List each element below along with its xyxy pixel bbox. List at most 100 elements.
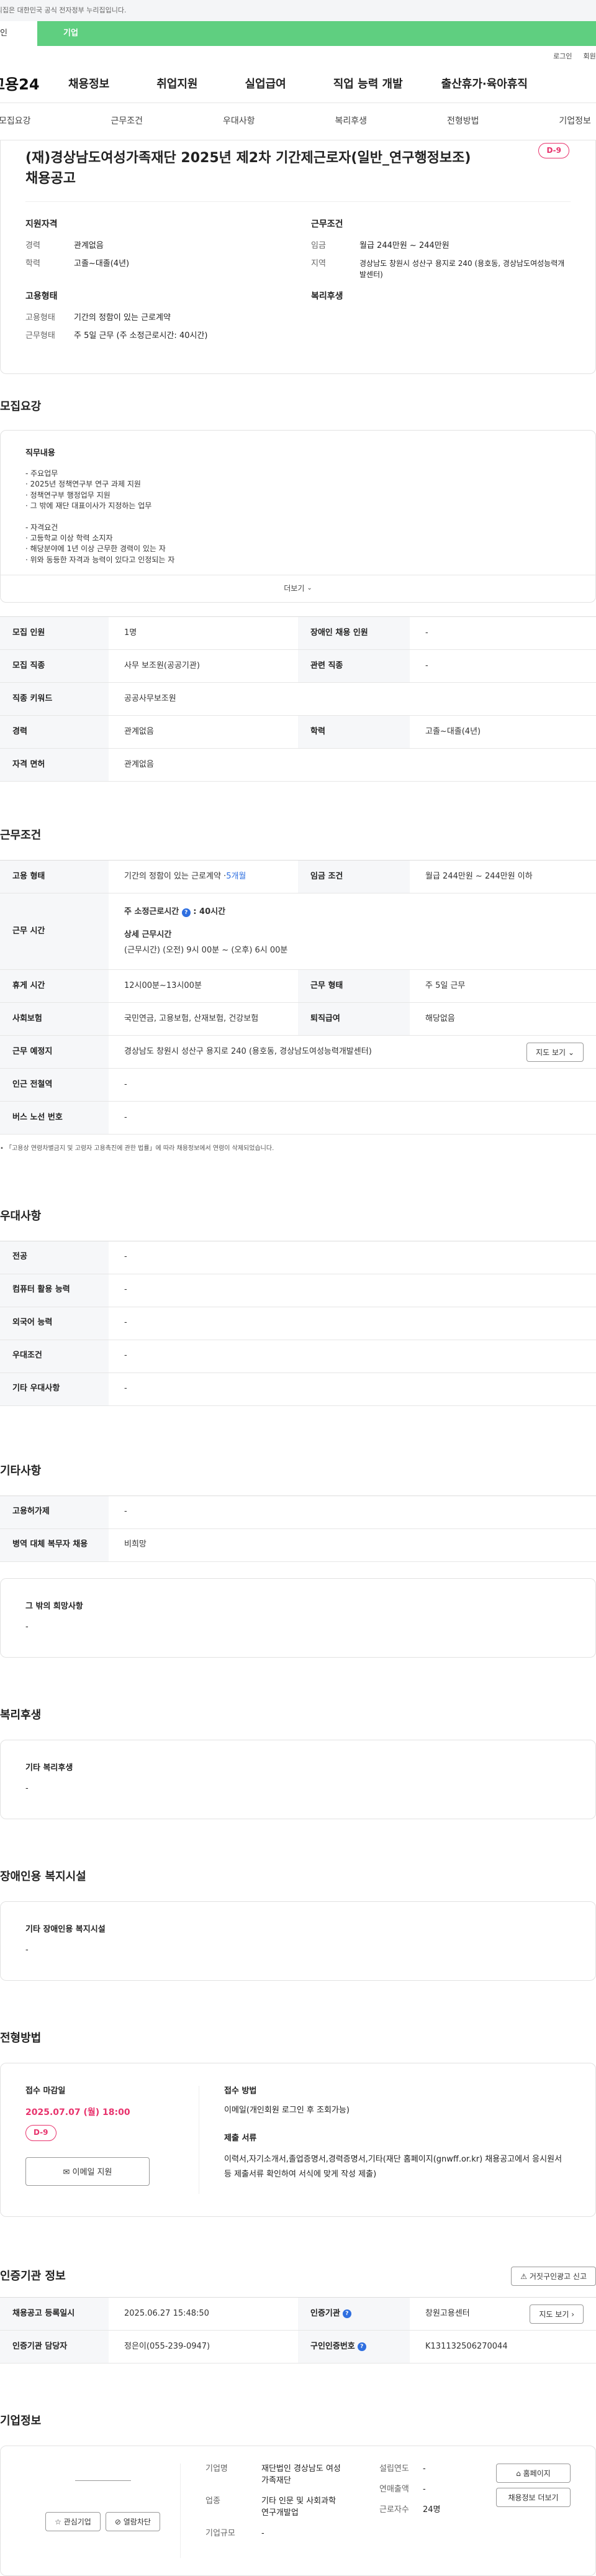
work-title: 근무조건 <box>311 219 343 229</box>
table-row: 병역 대체 복무자 채용 비희망 <box>0 1528 596 1562</box>
detail-subnav: 모집요강 근무조건 우대사항 복리후생 전형방법 기업정보 <box>0 103 596 140</box>
welfare-title: 복리후생 <box>311 291 343 301</box>
subnav-conditions[interactable]: 근무조건 <box>111 115 143 127</box>
deadline-date: 2025.07.07 (월) 18:00 <box>25 2108 130 2117</box>
company-industry-row: 업종 기타 인문 및 사회과학 연구개발업 <box>205 2496 336 2518</box>
favorite-company-button[interactable]: ☆ 관심기업 <box>45 2512 101 2532</box>
job-title: (재)경상남도여성가족재단 2025년 제2차 기간제근로자(일반_연구행정보조… <box>25 150 471 186</box>
duty-list: - 주요업무 · 2025년 정책연구부 연구 과제 지원 · 정책연구부 행정… <box>25 468 175 564</box>
table-row: 사회보험 국민연금, 고용보험, 산재보험, 건강보험 퇴직급여 해당없음 <box>0 1003 596 1036</box>
process-dday-badge: D-9 <box>25 2125 56 2141</box>
recruit-heading: 모집요강 <box>0 400 42 413</box>
duty-card: 직무내용 - 주요업무 · 2025년 정책연구부 연구 과제 지원 · 정책연… <box>0 430 596 603</box>
report-icon: ⚠ <box>520 2272 528 2281</box>
email-apply-button[interactable]: ✉ 이메일 지원 <box>25 2157 150 2186</box>
etc-heading: 기타사항 <box>0 1464 42 1478</box>
qual-title: 지원자격 <box>25 219 58 229</box>
info-icon[interactable]: ? <box>357 2342 366 2352</box>
login-link[interactable]: 로그인 <box>553 52 572 62</box>
table-row: 근무 시간 주 소정근로시간 ? : 40시간 상세 근무시간 (근무시간) (… <box>0 893 596 971</box>
gnb-jobs[interactable]: 채용정보 <box>68 76 109 93</box>
star-icon: ☆ <box>55 2518 61 2527</box>
table-row: 근무 예정지 경상남도 창원시 성산구 용지로 240 (용호동, 경상남도여성… <box>0 1036 596 1069</box>
work-location: 지역 경상남도 창원시 성산구 용지로 240 (용호동, 경상남도여성능력개발센… <box>311 259 565 279</box>
company-revenue-row: 연매출액 - <box>379 2485 426 2495</box>
global-nav: 고용24 채용정보 취업지원 실업급여 직업 능력 개발 출산휴가·육아휴직 <box>0 67 596 103</box>
qual-education: 학력 고졸~대졸(4년) <box>25 259 130 269</box>
dday-badge: D-9 <box>538 143 569 159</box>
gnb-parental-leave[interactable]: 출산휴가·육아휴직 <box>441 76 528 93</box>
table-row: 기타 우대사항 - <box>0 1372 596 1406</box>
info-icon[interactable]: ? <box>342 2309 351 2319</box>
work-pay: 임금 월급 244만원 ~ 244만원 <box>311 241 449 251</box>
welfare-card: 기타 복리후생 - <box>0 1739 596 1819</box>
home-icon: ⌂ <box>516 2469 521 2478</box>
block-icon: ⊘ <box>114 2518 121 2527</box>
report-button[interactable]: ⚠ 거짓구인광고 신고 <box>511 2267 596 2286</box>
table-row: 인증기관 담당자 정은이(055-239-0947) 구인인증번호 ? K131… <box>0 2331 596 2364</box>
tab-individual[interactable]: 개인 <box>0 21 37 46</box>
emp-type: 고용형태 기간의 정함이 있는 근로계약 <box>25 313 171 323</box>
etc-table: 고용허가제 - 병역 대체 복무자 채용 비희망 <box>0 1495 596 1562</box>
cert-table: 채용공고 등록일시 2025.06.27 15:48:50 인증기관 ? 창원고… <box>0 2297 596 2364</box>
qual-career: 경력 관계없음 <box>25 241 104 251</box>
company-founded-row: 설립연도 - <box>379 2464 426 2474</box>
subnav-welfare[interactable]: 복리후생 <box>335 115 367 127</box>
more-jobs-button[interactable]: 채용정보 더보기 <box>496 2488 571 2508</box>
mail-icon: ✉ <box>63 2168 70 2178</box>
age-note: • 「고용상 연령차별금지 및 고령자 고용촉진에 관한 법률」에 따라 채용정… <box>0 1145 274 1153</box>
welfare-heading: 복리후생 <box>0 1708 42 1722</box>
company-logo <box>74 2472 131 2482</box>
chevron-down-icon: ⌄ <box>307 585 312 592</box>
table-row: 인근 전철역 - <box>0 1069 596 1102</box>
gov-notice-text: 이 누리집은 대한민국 공식 전자정부 누리집입니다. <box>0 6 127 15</box>
process-card: 접수 마감일 2025.07.07 (월) 18:00 D-9 ✉ 이메일 지원… <box>0 2063 596 2217</box>
cert-heading: 인증기관 정보 <box>0 2269 66 2283</box>
process-heading: 전형방법 <box>0 2032 42 2045</box>
pref-heading: 우대사항 <box>0 1209 42 1223</box>
homepage-button[interactable]: ⌂ 홈페이지 <box>496 2464 571 2483</box>
table-row: 경력 관계없음 학력 고졸~대졸(4년) <box>0 716 596 749</box>
gov-notice-bar: 이 누리집은 대한민국 공식 전자정부 누리집입니다. <box>0 0 596 21</box>
member-type-tabs: 개인 기업 <box>0 21 596 46</box>
tab-business[interactable]: 기업 <box>37 21 596 46</box>
company-employees-row: 근로자수 24명 <box>379 2505 441 2514</box>
company-name-row: 기업명 재단법인 경상남도 여성가족재단 <box>205 2464 341 2486</box>
subnav-preference[interactable]: 우대사항 <box>223 115 255 127</box>
hope-card: 그 밖의 희망사항 - <box>0 1578 596 1658</box>
company-size-row: 기업규모 - <box>205 2528 264 2538</box>
site-logo[interactable]: 고용24 <box>0 74 68 96</box>
subnav-process[interactable]: 전형방법 <box>447 115 479 127</box>
table-row: 모집 직종 사무 보조원(공공기관) 관련 직종 - <box>0 650 596 683</box>
subnav-company[interactable]: 기업정보 <box>559 115 591 127</box>
work-table: 고용 형태 기간의 정함이 있는 근로계약 · 5개월 임금 조건 월급 244… <box>0 860 596 1135</box>
table-row: 고용 형태 기간의 정함이 있는 근로계약 · 5개월 임금 조건 월급 244… <box>0 861 596 894</box>
job-summary-card: (재)경상남도여성가족재단 2025년 제2차 기간제근로자(일반_연구행정보조… <box>0 140 596 374</box>
gnb-unemployment-benefit[interactable]: 실업급여 <box>245 76 286 93</box>
disabled-card: 기타 장애인용 복지시설 - <box>0 1901 596 1981</box>
emp-title: 고용형태 <box>25 291 58 301</box>
more-button[interactable]: 더보기 ⌄ <box>1 575 595 603</box>
gnb-employment-support[interactable]: 취업지원 <box>156 76 197 93</box>
subnav-recruit[interactable]: 모집요강 <box>0 115 31 127</box>
block-company-button[interactable]: ⊘ 열람차단 <box>105 2512 160 2532</box>
table-row: 고용허가제 - <box>0 1496 596 1529</box>
table-row: 버스 노선 번호 - <box>0 1102 596 1135</box>
table-row: 휴게 시간 12시00분~13시00분 근무 형태 주 5일 근무 <box>0 970 596 1003</box>
map-button[interactable]: 지도 보기 ⌄ <box>526 1042 584 1062</box>
cert-map-button[interactable]: 지도 보기 › <box>530 2304 584 2324</box>
gnb-skill-development[interactable]: 직업 능력 개발 <box>333 76 403 93</box>
table-row: 컴퓨터 활용 능력 - <box>0 1274 596 1307</box>
disabled-heading: 장애인용 복지시설 <box>0 1870 86 1883</box>
table-row: 전공 - <box>0 1241 596 1274</box>
company-card: ☆ 관심기업 ⊘ 열람차단 기업명 재단법인 경상남도 여성가족재단 업종 기타 인… <box>0 2446 596 2576</box>
duty-title: 직무내용 <box>25 449 55 459</box>
table-row: 모집 인원 1명 장애인 채용 인원 - <box>0 617 596 651</box>
signup-link[interactable]: 회원가입 <box>584 52 596 62</box>
pref-table: 전공 - 컴퓨터 활용 능력 - 외국어 능력 - 우대조건 - 기타 우대사항 - <box>0 1240 596 1406</box>
chevron-right-icon: ⌄ <box>567 1048 574 1057</box>
emp-form: 근무형태 주 5일 근무 (주 소정근로시간: 40시간) <box>25 331 208 341</box>
table-row: 채용공고 등록일시 2025.06.27 15:48:50 인증기관 ? 창원고… <box>0 2298 596 2331</box>
table-row: 우대조건 - <box>0 1340 596 1373</box>
info-icon[interactable]: ? <box>181 908 191 917</box>
